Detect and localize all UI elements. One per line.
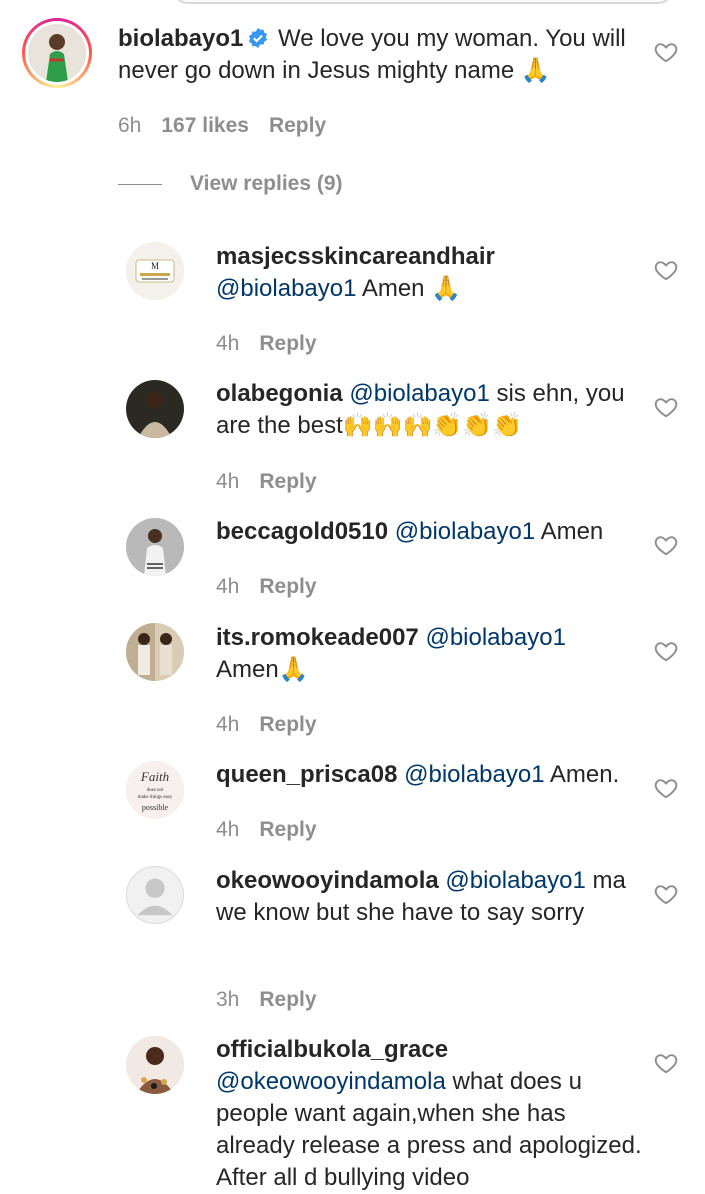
- comment-time: 4h: [216, 713, 240, 736]
- comment-text: olabegonia @biolabayo1 sis ehn, you are …: [216, 378, 646, 442]
- heart-icon[interactable]: [653, 394, 679, 420]
- comment-meta: 4h Reply: [216, 712, 337, 738]
- reply-button[interactable]: Reply: [259, 575, 316, 598]
- reply-input-bar: [0, 0, 705, 18]
- default-avatar-icon: [137, 878, 173, 916]
- comment-time: 4h: [216, 818, 240, 841]
- avatar[interactable]: Faith does not make things easy possible: [126, 761, 184, 819]
- comment-time: 6h: [118, 114, 142, 137]
- comment-username[interactable]: officialbukola_grace: [216, 1036, 448, 1063]
- svg-text:possible: possible: [142, 803, 169, 812]
- comment-meta: 4h Reply: [216, 574, 337, 600]
- comment-time: 4h: [216, 332, 240, 355]
- comment-meta: 4h Reply: [216, 331, 337, 357]
- divider: [118, 183, 162, 185]
- comment-username[interactable]: beccagold0510: [216, 518, 388, 545]
- mention-link[interactable]: @biolabayo1: [216, 275, 356, 302]
- reply-button[interactable]: Reply: [259, 713, 316, 736]
- comment-username[interactable]: okeowooyindamola: [216, 867, 439, 894]
- svg-text:M: M: [151, 261, 159, 271]
- comment-username[interactable]: olabegonia: [216, 380, 343, 407]
- avatar[interactable]: [126, 1036, 184, 1094]
- comment-text: beccagold0510 @biolabayo1 Amen: [216, 516, 646, 548]
- svg-text:does not: does not: [147, 788, 164, 793]
- avatar[interactable]: [126, 518, 184, 576]
- comment-text: masjecsskincareandhair @biolabayo1 Amen …: [216, 241, 646, 305]
- view-replies-button[interactable]: View replies (9): [118, 172, 343, 196]
- heart-icon[interactable]: [653, 881, 679, 907]
- comment-text: biolabayo1 We love you my woman. You wil…: [118, 23, 638, 87]
- heart-icon[interactable]: [653, 1050, 679, 1076]
- mention-link[interactable]: @biolabayo1: [425, 624, 565, 651]
- verified-badge-icon: [249, 27, 268, 49]
- avatar[interactable]: [126, 380, 184, 438]
- comment-text: queen_prisca08 @biolabayo1 Amen.: [216, 759, 656, 791]
- mention-link[interactable]: @okeowooyindamola: [216, 1068, 446, 1095]
- avatar[interactable]: [28, 24, 86, 82]
- mention-link[interactable]: @biolabayo1: [404, 761, 544, 788]
- comment-username[interactable]: queen_prisca08: [216, 761, 397, 788]
- svg-text:Faith: Faith: [140, 769, 169, 784]
- reply-button[interactable]: Reply: [259, 988, 316, 1011]
- comment-meta: 6h 167 likes Reply: [118, 113, 346, 139]
- reply-button[interactable]: Reply: [259, 818, 316, 841]
- comment-input-field[interactable]: [172, 0, 674, 4]
- reply-button[interactable]: Reply: [259, 332, 316, 355]
- mention-link[interactable]: @biolabayo1: [395, 518, 535, 545]
- comment-time: 4h: [216, 470, 240, 493]
- avatar[interactable]: [126, 623, 184, 681]
- heart-icon[interactable]: [653, 39, 679, 65]
- comment-body: Amen.: [549, 761, 620, 788]
- view-replies-label: View replies (9): [190, 172, 343, 195]
- reply-button[interactable]: Reply: [269, 114, 326, 137]
- avatar[interactable]: M: [126, 242, 184, 300]
- heart-icon[interactable]: [653, 775, 679, 801]
- comment-meta: 4h Reply: [216, 469, 337, 495]
- mention-link[interactable]: @biolabayo1: [349, 380, 489, 407]
- comment-username[interactable]: its.romokeade007: [216, 624, 419, 651]
- comment-text: officialbukola_grace @okeowooyindamola w…: [216, 1034, 646, 1194]
- comment-time: 4h: [216, 575, 240, 598]
- avatar[interactable]: [126, 866, 184, 924]
- comment-body: Amen🙏: [216, 656, 309, 683]
- comment-username[interactable]: biolabayo1: [118, 25, 243, 52]
- comment-username[interactable]: masjecsskincareandhair: [216, 243, 495, 270]
- likes-count[interactable]: 167 likes: [161, 114, 249, 137]
- comment-meta: 4h Reply: [216, 817, 337, 843]
- comment-text: its.romokeade007 @biolabayo1 Amen🙏: [216, 622, 646, 686]
- heart-icon[interactable]: [653, 532, 679, 558]
- comment-body: Amen: [540, 518, 604, 545]
- mention-link[interactable]: @biolabayo1: [445, 867, 585, 894]
- story-ring[interactable]: [22, 18, 92, 88]
- comment-body: Amen 🙏: [361, 275, 462, 302]
- heart-icon[interactable]: [653, 257, 679, 283]
- reply-button[interactable]: Reply: [259, 470, 316, 493]
- heart-icon[interactable]: [653, 638, 679, 664]
- comment-text: okeowooyindamola @biolabayo1 ma we know …: [216, 865, 626, 929]
- svg-text:make things easy: make things easy: [138, 795, 173, 800]
- comment-time: 3h: [216, 988, 240, 1011]
- comment-meta: 3h Reply: [216, 987, 337, 1013]
